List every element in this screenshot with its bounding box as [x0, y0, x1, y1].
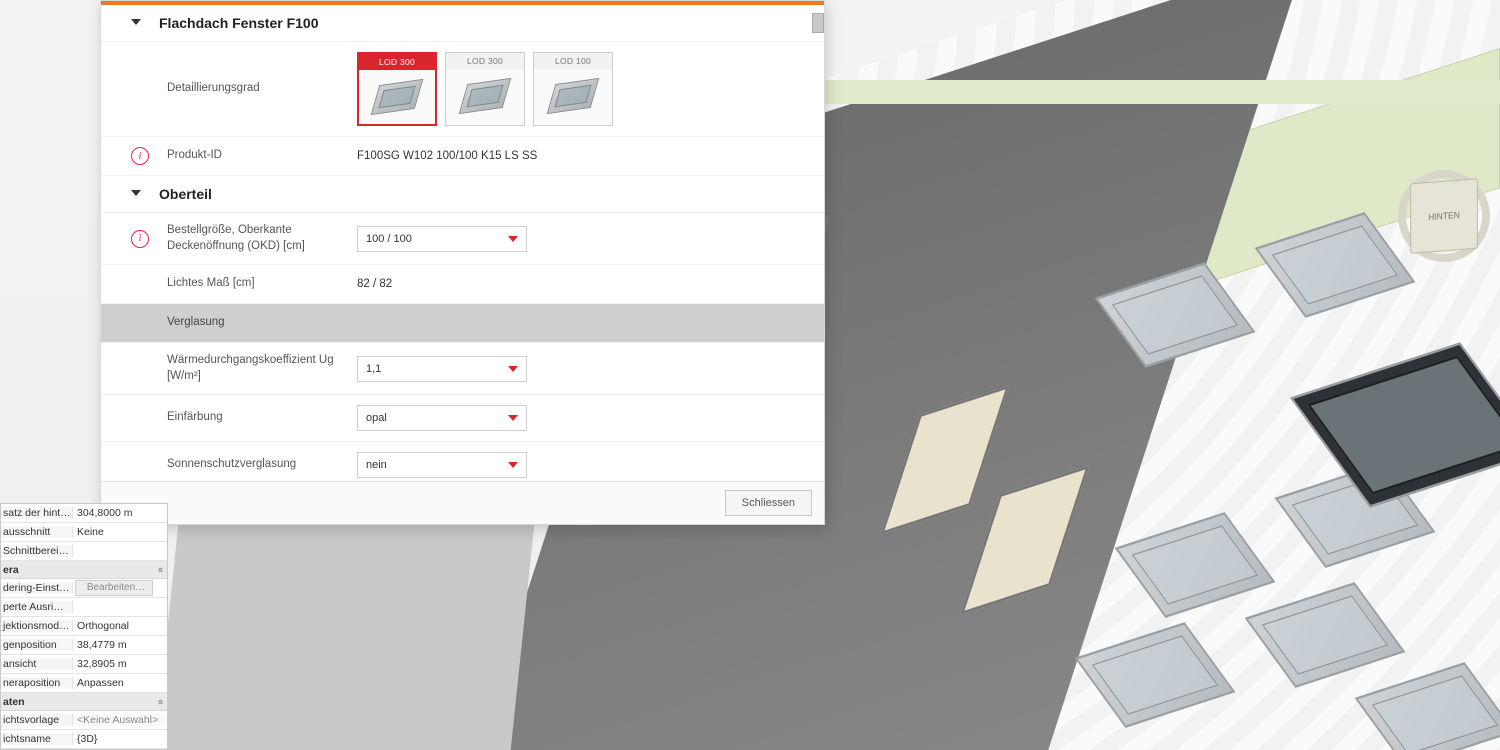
- detail-level-label: Detaillierungsgrad: [167, 81, 357, 97]
- row-bestellgroesse: i Bestellgröße, Oberkante Deckenöffnung …: [101, 213, 824, 265]
- edit-button[interactable]: Bearbeiten…: [75, 580, 153, 596]
- property-label: ichtsvorlage: [1, 714, 73, 726]
- property-row-view-name: ichtsname {3D}: [1, 730, 167, 749]
- section-title: Flachdach Fenster F100: [159, 15, 319, 31]
- bestell-select[interactable]: 100 / 100: [357, 226, 527, 252]
- chevron-down-icon: [131, 19, 141, 27]
- property-value[interactable]: <Keine Auswahl>: [73, 714, 167, 726]
- property-value[interactable]: 32,8905 m: [73, 658, 167, 670]
- lichtes-label: Lichtes Maß [cm]: [167, 276, 357, 292]
- caret-down-icon: [508, 462, 518, 468]
- property-label: genposition: [1, 639, 73, 651]
- property-row: ausschnitt Keine: [1, 523, 167, 542]
- einfaerbung-label: Einfärbung: [167, 410, 357, 426]
- row-verglasung-header: i Verglasung: [101, 304, 824, 343]
- row-ug: i Wärmedurchgangskoeffizient Ug [W/m²] 1…: [101, 343, 824, 395]
- lod-tag: LOD 300: [446, 53, 524, 69]
- property-row: Schnittberei…: [1, 542, 167, 561]
- property-value[interactable]: 38,4779 m: [73, 639, 167, 651]
- close-button[interactable]: Schliessen: [725, 490, 812, 516]
- property-row: ansicht 32,8905 m: [1, 655, 167, 674]
- lod-thumb-icon: [446, 69, 524, 123]
- property-row: perte Ausri…: [1, 598, 167, 617]
- lod-option-100[interactable]: LOD 100: [533, 52, 613, 126]
- property-group-header[interactable]: aten: [1, 693, 167, 711]
- property-row: satz der hint… 304,8000 m: [1, 504, 167, 523]
- row-detail-level: i Detaillierungsgrad LOD 300 LOD 300 LOD…: [101, 42, 824, 137]
- select-value: 1,1: [366, 363, 381, 375]
- select-value: 100 / 100: [366, 233, 412, 245]
- property-value[interactable]: Orthogonal: [73, 620, 167, 632]
- caret-down-icon: [508, 236, 518, 242]
- ug-select[interactable]: 1,1: [357, 356, 527, 382]
- caret-down-icon: [508, 415, 518, 421]
- property-value[interactable]: {3D}: [73, 733, 167, 745]
- property-label: perte Ausri…: [1, 601, 73, 613]
- lod-option-300[interactable]: LOD 300: [357, 52, 437, 126]
- property-label: ansicht: [1, 658, 73, 670]
- section-title: Oberteil: [159, 186, 212, 202]
- property-row: jektionsmod… Orthogonal: [1, 617, 167, 636]
- property-label: dering-Einst…: [1, 582, 73, 594]
- section-header-product[interactable]: Flachdach Fenster F100: [101, 5, 824, 42]
- lod-tag: LOD 100: [534, 53, 612, 69]
- property-label: ichtsname: [1, 733, 73, 745]
- lod-option-group: LOD 300 LOD 300 LOD 100: [357, 52, 806, 126]
- property-label: Schnittberei…: [1, 545, 73, 557]
- row-lichtes-mass: i Lichtes Maß [cm] 82 / 82: [101, 265, 824, 304]
- viewport-header-bar: [820, 80, 1500, 104]
- caret-down-icon: [508, 366, 518, 372]
- row-einfaerbung: i Einfärbung opal: [101, 395, 824, 442]
- viewcube[interactable]: HINTEN: [1410, 178, 1478, 254]
- scrollbar-thumb[interactable]: [812, 13, 824, 33]
- lichtes-value: 82 / 82: [357, 278, 806, 290]
- property-group-header[interactable]: era: [1, 561, 167, 579]
- product-id-label: Produkt-ID: [167, 148, 357, 164]
- einfaerbung-select[interactable]: opal: [357, 405, 527, 431]
- property-value[interactable]: Anpassen: [73, 677, 167, 689]
- lod-option-300-alt[interactable]: LOD 300: [445, 52, 525, 126]
- verglasung-label: Verglasung: [167, 315, 357, 331]
- lod-thumb-icon: [534, 69, 612, 123]
- lod-thumb-icon: [359, 70, 435, 124]
- row-product-id: i Produkt-ID F100SG W102 100/100 K15 LS …: [101, 137, 824, 176]
- product-configurator-dialog: Flachdach Fenster F100 i Detaillierungsg…: [100, 0, 825, 525]
- property-label: jektionsmod…: [1, 620, 73, 632]
- product-id-value: F100SG W102 100/100 K15 LS SS: [357, 150, 806, 162]
- property-label: neraposition: [1, 677, 73, 689]
- property-row: genposition 38,4779 m: [1, 636, 167, 655]
- select-value: opal: [366, 412, 387, 424]
- bestell-label: Bestellgröße, Oberkante Deckenöffnung (O…: [167, 223, 357, 254]
- info-icon[interactable]: i: [131, 147, 149, 165]
- sonnen-label: Sonnenschutzverglasung: [167, 457, 357, 473]
- property-row: neraposition Anpassen: [1, 674, 167, 693]
- dialog-footer: Schliessen: [101, 481, 824, 524]
- select-value: nein: [366, 459, 387, 471]
- property-value[interactable]: 304,8000 m: [73, 507, 167, 519]
- property-value[interactable]: Keine: [73, 526, 167, 538]
- property-row-view-template: ichtsvorlage <Keine Auswahl>: [1, 711, 167, 730]
- sonnen-select[interactable]: nein: [357, 452, 527, 478]
- section-header-oberteil[interactable]: Oberteil: [101, 176, 824, 213]
- ug-label: Wärmedurchgangskoeffizient Ug [W/m²]: [167, 353, 357, 384]
- dialog-body[interactable]: Flachdach Fenster F100 i Detaillierungsg…: [101, 5, 824, 481]
- row-sonnenschutz: i Sonnenschutzverglasung nein: [101, 442, 824, 481]
- property-label: satz der hint…: [1, 507, 73, 519]
- info-icon[interactable]: i: [131, 230, 149, 248]
- property-label: ausschnitt: [1, 526, 73, 538]
- chevron-down-icon: [131, 190, 141, 198]
- properties-palette[interactable]: satz der hint… 304,8000 m ausschnitt Kei…: [0, 503, 168, 750]
- property-row-render: dering-Einst… Bearbeiten…: [1, 579, 167, 598]
- lod-tag: LOD 300: [359, 54, 435, 70]
